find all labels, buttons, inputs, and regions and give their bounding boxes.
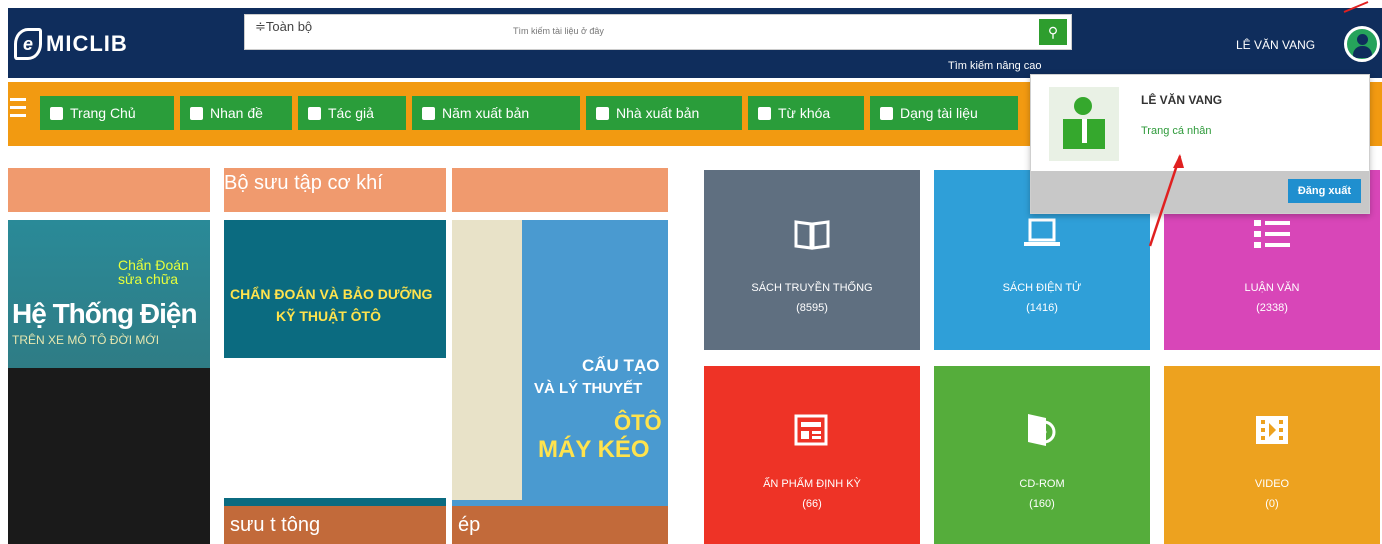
cover-title: CẤU TẠO	[582, 356, 660, 375]
cover-title: Hệ Thống Điện	[12, 298, 198, 329]
collection-overlay: Bộ sưu tập cơ khí	[224, 172, 383, 194]
home-icon	[50, 107, 63, 120]
cover-title-2: ÔTÔ	[614, 410, 662, 435]
book-cover[interactable]: Chẩn Đoán sửa chữa Hệ Thống Điện TRÊN XE…	[8, 168, 210, 544]
nav-item-label: Dạng tài liệu	[900, 105, 978, 121]
laptop-icon	[1024, 218, 1060, 246]
cover-subtitle: Chẩn Đoán sửa chữa	[118, 257, 189, 287]
profile-link[interactable]: Trang cá nhân	[1141, 125, 1212, 137]
nav-item-label: Nhan đề	[210, 105, 263, 121]
search-scope-select[interactable]: ≑Toàn bộ	[255, 19, 312, 35]
cover-strip	[452, 168, 668, 212]
logo-mark: e	[14, 28, 42, 60]
cover-subtitle: KỸ THUẬT ÔTÔ	[276, 308, 381, 324]
nav-item-label: Trang Chủ	[70, 105, 136, 121]
book-cover-carousel: Chẩn Đoán sửa chữa Hệ Thống Điện TRÊN XE…	[8, 168, 668, 544]
username[interactable]: LÊ VĂN VANG	[1236, 38, 1315, 52]
cover-strip	[8, 168, 210, 212]
title-icon	[190, 107, 203, 120]
tile-count: (2338)	[1256, 302, 1288, 314]
nav-item-label: Năm xuất bản	[442, 105, 530, 121]
bookmark-icon	[596, 107, 609, 120]
logout-button[interactable]: Đăng xuất	[1287, 179, 1361, 203]
tile-count: (1416)	[1026, 302, 1058, 314]
tile-count: (160)	[1029, 498, 1055, 510]
book-cover[interactable]: CẤU TẠO VÀ LÝ THUYẾT ÔTÔ MÁY KÉO ép	[452, 168, 668, 544]
book-cover[interactable]: Bộ sưu tập cơ khí CHẨN ĐOÁN VÀ BẢO DƯỠNG…	[224, 168, 446, 544]
tile-label: CD-ROM	[1019, 478, 1065, 490]
cover-image	[452, 220, 522, 500]
tile-count: (8595)	[796, 302, 828, 314]
tile-cdrom[interactable]: CD-ROM (160)	[934, 366, 1150, 544]
tile-label: SÁCH TRUYỀN THỐNG	[751, 282, 873, 294]
cover-title-3: MÁY KÉO	[538, 436, 650, 463]
film-icon	[1256, 416, 1288, 444]
user-icon-head	[1357, 34, 1368, 45]
collection-overlay-bottom: ép	[452, 506, 668, 544]
annotation-arrow-icon	[1343, 1, 1369, 13]
list-icon	[1254, 220, 1290, 248]
collection-overlay-bottom: sưu t tông	[224, 506, 446, 544]
tile-traditional-books[interactable]: SÁCH TRUYỀN THỐNG (8595)	[704, 170, 920, 350]
tile-label: ẤN PHẨM ĐỊNH KỲ	[763, 478, 861, 490]
avatar-head	[1074, 97, 1092, 115]
user-icon-body	[1353, 46, 1372, 58]
document-type-icon	[880, 107, 893, 120]
tile-label: SÁCH ĐIỆN TỬ	[1002, 282, 1082, 294]
nav-item-publisher[interactable]: Nhà xuất bản	[586, 96, 742, 130]
logo[interactable]: e MICLIB	[14, 28, 128, 60]
cover-caption: TRÊN XE MÔ TÔ ĐỜI MỚI	[12, 333, 160, 347]
nav-item-title[interactable]: Nhan đề	[180, 96, 292, 130]
annotation-arrow-icon	[1148, 154, 1184, 247]
nav-item-label: Nhà xuất bản	[616, 105, 700, 121]
newspaper-icon	[794, 414, 828, 446]
tile-label: LUẬN VĂN	[1244, 282, 1300, 294]
advanced-search-link[interactable]: Tìm kiếm nâng cao	[948, 60, 1042, 72]
nav-item-year[interactable]: Năm xuất bản	[412, 96, 580, 130]
author-icon	[308, 107, 321, 120]
book-open-icon	[794, 220, 830, 250]
page: e MICLIB ≑Toàn bộ Tìm kiếm tài liệu ở đâ…	[0, 0, 1382, 544]
header: e MICLIB ≑Toàn bộ Tìm kiếm tài liệu ở đâ…	[8, 8, 1382, 78]
dropdown-username: LÊ VĂN VANG	[1141, 93, 1223, 107]
nav-item-keyword[interactable]: Từ khóa	[748, 96, 864, 130]
search-bar: ≑Toàn bộ Tìm kiếm tài liệu ở đây ⚲	[244, 14, 1072, 50]
logo-text: MICLIB	[46, 31, 128, 56]
user-icon[interactable]	[1344, 26, 1380, 62]
avatar-tie	[1082, 119, 1087, 143]
nav-item-author[interactable]: Tác giả	[298, 96, 406, 130]
nav-item-home[interactable]: Trang Chủ	[40, 96, 174, 130]
calendar-icon	[422, 107, 435, 120]
nav-item-label: Tác giả	[328, 105, 374, 121]
tile-count: (66)	[802, 498, 822, 510]
nav-item-doc-type[interactable]: Dạng tài liệu	[870, 96, 1018, 130]
search-input[interactable]: Tìm kiếm tài liệu ở đây	[513, 26, 604, 36]
tile-video[interactable]: VIDEO (0)	[1164, 366, 1380, 544]
tile-periodicals[interactable]: ẤN PHẨM ĐỊNH KỲ (66)	[704, 366, 920, 544]
hamburger-icon[interactable]	[10, 98, 26, 120]
cover-image	[224, 358, 446, 498]
tag-icon	[758, 107, 771, 120]
tile-label: VIDEO	[1254, 478, 1290, 490]
tile-count: (0)	[1265, 498, 1279, 510]
search-icon[interactable]: ⚲	[1039, 19, 1067, 45]
cover-subtitle: VÀ LÝ THUYẾT	[534, 380, 643, 397]
cd-icon	[1028, 414, 1056, 446]
nav-item-label: Từ khóa	[778, 105, 831, 121]
user-avatar-icon	[1049, 87, 1119, 161]
cover-title: CHẨN ĐOÁN VÀ BẢO DƯỠNG	[230, 286, 433, 302]
